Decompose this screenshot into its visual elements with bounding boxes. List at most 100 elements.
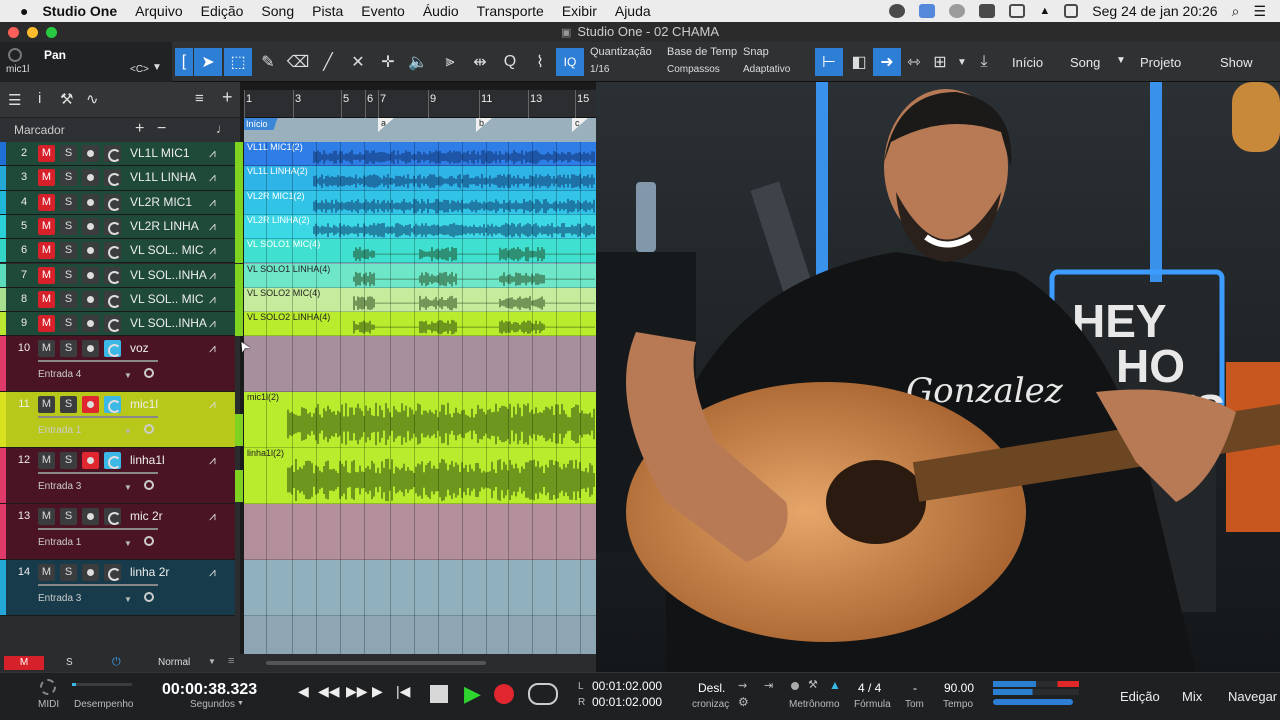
list-icon[interactable]: ≡	[228, 655, 234, 667]
chevron-down-icon[interactable]: ▼	[124, 371, 132, 380]
monitor-button[interactable]	[104, 340, 121, 358]
waveform-icon[interactable]: ⩘	[209, 219, 216, 234]
waveform-icon[interactable]: ⩘	[209, 341, 216, 356]
nav-song[interactable]: Song	[1070, 55, 1100, 70]
track-name[interactable]: VL2R MIC1	[130, 195, 192, 209]
menu-pista[interactable]: Pista	[312, 3, 343, 19]
marker-lane[interactable]: Início a b c	[244, 118, 596, 142]
time-signature[interactable]: 4 / 4	[858, 681, 881, 695]
paint-tool-icon[interactable]: ╱	[314, 48, 342, 76]
menu-ajuda[interactable]: Ajuda	[615, 3, 651, 19]
record-arm-button[interactable]	[82, 266, 99, 284]
waveform-icon[interactable]: ⩘	[209, 453, 216, 468]
remove-marker-icon[interactable]: −	[157, 120, 166, 138]
iq-button[interactable]: IQ	[556, 48, 584, 76]
audio-clip[interactable]: mic1l(2)	[244, 392, 596, 448]
nav-show[interactable]: Show	[1220, 55, 1253, 70]
track-header-11[interactable]: 11 M Smic1l ⩘ Entrada 1 ▼	[0, 392, 235, 449]
waveform-icon[interactable]: ⩘	[209, 565, 216, 580]
solo-button[interactable]: S	[60, 340, 77, 358]
wrench-icon[interactable]: ⚒	[60, 90, 73, 108]
menu-song[interactable]: Song	[261, 3, 294, 19]
loop-end[interactable]: 00:01:02.000	[592, 695, 662, 709]
pan-knob-icon[interactable]	[8, 48, 22, 62]
nav-projeto[interactable]: Projeto	[1140, 55, 1181, 70]
menu-transporte[interactable]: Transporte	[477, 3, 544, 19]
snap-grid-icon[interactable]: ⊢	[815, 48, 843, 76]
chevron-down-icon[interactable]: ▼	[124, 595, 132, 604]
time-unit-select[interactable]: Segundos	[190, 699, 235, 710]
solo-button[interactable]: S	[60, 266, 77, 284]
menu-evento[interactable]: Evento	[361, 3, 405, 19]
track-header-9[interactable]: 9 M S VL SOL..INHA ⩘	[0, 312, 235, 337]
track-name[interactable]: VL SOL.. MIC	[130, 292, 204, 306]
menu-exibir[interactable]: Exibir	[562, 3, 597, 19]
record-arm-button[interactable]	[82, 242, 99, 260]
rewind-icon[interactable]: ◀◀	[318, 683, 340, 700]
track-header-8[interactable]: 8 M S VL SOL.. MIC ⩘	[0, 287, 235, 313]
automation-icon[interactable]: ∿	[86, 90, 99, 108]
track-name[interactable]: voz	[130, 341, 149, 355]
time-display[interactable]: 00:00:38.323	[162, 681, 257, 699]
mute-button[interactable]: M	[38, 193, 55, 211]
bracket-tool-icon[interactable]: [	[175, 48, 193, 76]
info-icon[interactable]: i	[38, 90, 41, 107]
monitor-button[interactable]	[104, 217, 121, 235]
solo-button[interactable]: S	[60, 217, 77, 235]
solo-button[interactable]: S	[60, 315, 77, 333]
close-window-button[interactable]	[8, 27, 19, 38]
monitor-button[interactable]	[104, 315, 121, 333]
global-mute-button[interactable]: M	[4, 656, 44, 670]
track-header-14[interactable]: 14 M Slinha 2r ⩘ Entrada 3 ▼	[0, 560, 235, 617]
status-icon-1[interactable]	[889, 4, 906, 18]
stop-button[interactable]	[430, 685, 448, 703]
track-menu-icon[interactable]: ≡	[195, 90, 204, 107]
song-marker-a[interactable]: a	[378, 118, 394, 132]
track-name[interactable]: VL SOL.. MIC	[130, 243, 204, 257]
monitor-button[interactable]	[104, 564, 121, 582]
mute-button[interactable]: M	[38, 340, 55, 358]
chevron-down-icon[interactable]: ▼	[124, 539, 132, 548]
record-arm-button[interactable]	[82, 169, 99, 187]
snap-select[interactable]: Adaptativo	[743, 64, 790, 75]
track-name[interactable]: linha1l	[130, 453, 165, 467]
eject-icon[interactable]: ▲	[1039, 5, 1050, 17]
arrange-lane-6[interactable]: VL SOLO1 MIC(4)	[244, 239, 596, 264]
monitor-button[interactable]	[104, 452, 121, 470]
audio-clip[interactable]: linha1l(2)	[244, 448, 596, 504]
global-solo-button[interactable]: S	[66, 657, 73, 668]
record-arm-button[interactable]	[82, 340, 99, 358]
audio-clip[interactable]: VL SOLO2 MIC(4)	[244, 287, 596, 312]
fast-forward-icon[interactable]: ▶▶	[346, 683, 368, 700]
play-button[interactable]: ▶	[464, 681, 481, 707]
volume-slider[interactable]	[993, 699, 1073, 705]
add-track-icon[interactable]: +	[222, 87, 233, 108]
audio-clip[interactable]: VL SOLO1 LINHA(4)	[244, 263, 596, 287]
monitor-button[interactable]	[104, 508, 121, 526]
input-select[interactable]: Entrada 3	[38, 593, 81, 604]
pan-value[interactable]: <C>	[130, 64, 149, 75]
menu-arquivo[interactable]: Arquivo	[135, 3, 182, 19]
status-icon-4[interactable]	[979, 4, 996, 18]
track-name[interactable]: mic 2r	[130, 509, 163, 523]
solo-button[interactable]: S	[60, 452, 77, 470]
record-arm-button[interactable]	[82, 193, 99, 211]
return-to-zero-icon[interactable]: ◀	[298, 683, 309, 700]
record-arm-button[interactable]	[82, 217, 99, 235]
mute-button[interactable]: M	[38, 266, 55, 284]
quantize-select[interactable]: 1/16	[590, 64, 609, 75]
nav-inicio[interactable]: Início	[1012, 55, 1043, 70]
waveform-icon[interactable]: ⩘	[209, 397, 216, 412]
precount-icon[interactable]: ⇝	[738, 679, 747, 692]
mute-button[interactable]: M	[38, 217, 55, 235]
power-icon[interactable]: ⏻	[112, 656, 121, 669]
input-monitor-icon[interactable]	[144, 424, 154, 435]
waveform-icon[interactable]: ⩘	[209, 146, 216, 161]
volume-fader[interactable]	[38, 360, 158, 363]
download-icon[interactable]: ⤓	[970, 48, 998, 76]
mode-select[interactable]: Normal	[158, 657, 190, 668]
track-name[interactable]: VL2R LINHA	[130, 219, 199, 233]
menu-edicao[interactable]: Edição	[201, 3, 244, 19]
track-header-3[interactable]: 3 M S VL1L LINHA ⩘	[0, 166, 235, 191]
chevron-down-icon[interactable]: ▼	[237, 700, 244, 707]
